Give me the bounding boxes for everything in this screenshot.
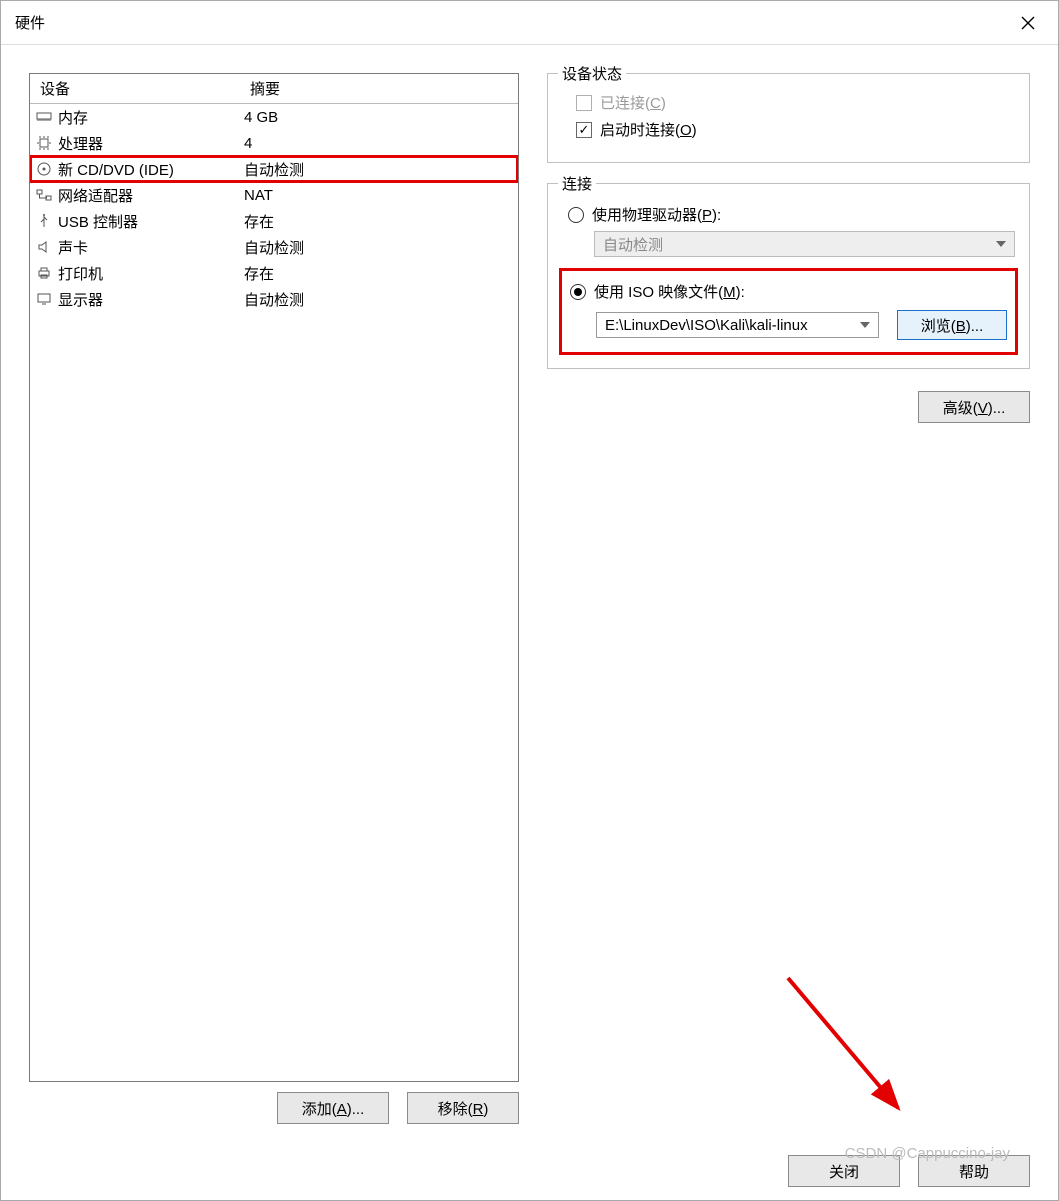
col-summary[interactable]: 摘要 xyxy=(240,74,290,103)
device-summary: 存在 xyxy=(244,263,512,284)
close-button[interactable]: 关闭 xyxy=(788,1155,900,1187)
memory-icon xyxy=(36,109,52,125)
iso-path-value: E:\LinuxDev\ISO\Kali\kali-linux xyxy=(605,317,808,334)
hardware-dialog: 硬件 设备 摘要 内存4 GB处理器4新 CD/DVD (IDE)自动检测网络适… xyxy=(0,0,1059,1201)
physical-drive-radio[interactable] xyxy=(568,207,584,223)
device-row-sound[interactable]: 声卡自动检测 xyxy=(30,234,518,260)
device-row-usb[interactable]: USB 控制器存在 xyxy=(30,208,518,234)
close-icon[interactable] xyxy=(1012,7,1044,39)
device-name: 显示器 xyxy=(58,289,244,310)
physical-drive-value: 自动检测 xyxy=(603,234,663,255)
dialog-title: 硬件 xyxy=(15,12,1012,33)
device-row-disc[interactable]: 新 CD/DVD (IDE)自动检测 xyxy=(30,156,518,182)
connection-group: 连接 使用物理驱动器(P): 自动检测 使用 ISO 映像文件(M): xyxy=(547,183,1030,369)
help-button[interactable]: 帮助 xyxy=(918,1155,1030,1187)
device-summary: 自动检测 xyxy=(244,159,512,180)
advanced-row: 高级(V)... xyxy=(547,391,1030,423)
device-row-memory[interactable]: 内存4 GB xyxy=(30,104,518,130)
network-icon xyxy=(36,187,52,203)
iso-path-row: E:\LinuxDev\ISO\Kali\kali-linux 浏览(B)... xyxy=(596,310,1007,340)
iso-highlight-box: 使用 ISO 映像文件(M): E:\LinuxDev\ISO\Kali\kal… xyxy=(559,268,1018,355)
device-status-legend: 设备状态 xyxy=(558,63,626,84)
device-name: 打印机 xyxy=(58,263,244,284)
advanced-button[interactable]: 高级(V)... xyxy=(918,391,1030,423)
settings-panel: 设备状态 已连接(C) 启动时连接(O) 连接 使用物理驱动器(P): xyxy=(547,73,1030,1124)
device-summary: 自动检测 xyxy=(244,289,512,310)
printer-icon xyxy=(36,265,52,281)
titlebar: 硬件 xyxy=(1,1,1058,45)
browse-button[interactable]: 浏览(B)... xyxy=(897,310,1007,340)
connect-poweron-label: 启动时连接(O) xyxy=(600,119,697,140)
display-icon xyxy=(36,291,52,307)
device-name: 内存 xyxy=(58,107,244,128)
connected-label: 已连接(C) xyxy=(600,92,666,113)
add-button[interactable]: 添加(A)... xyxy=(277,1092,389,1124)
iso-file-radio[interactable] xyxy=(570,284,586,300)
remove-button[interactable]: 移除(R) xyxy=(407,1092,519,1124)
device-name: 声卡 xyxy=(58,237,244,258)
device-name: USB 控制器 xyxy=(58,211,244,232)
col-device[interactable]: 设备 xyxy=(30,74,240,103)
connected-checkbox xyxy=(576,95,592,111)
connection-legend: 连接 xyxy=(558,173,596,194)
device-status-group: 设备状态 已连接(C) 启动时连接(O) xyxy=(547,73,1030,163)
device-panel: 设备 摘要 内存4 GB处理器4新 CD/DVD (IDE)自动检测网络适配器N… xyxy=(29,73,519,1124)
device-row-network[interactable]: 网络适配器NAT xyxy=(30,182,518,208)
device-summary: 4 xyxy=(244,135,512,152)
iso-file-label: 使用 ISO 映像文件(M): xyxy=(594,281,745,302)
device-row-printer[interactable]: 打印机存在 xyxy=(30,260,518,286)
device-name: 处理器 xyxy=(58,133,244,154)
remove-button-label: 移除(R) xyxy=(438,1098,489,1119)
physical-drive-row: 使用物理驱动器(P): xyxy=(568,204,1015,225)
cpu-icon xyxy=(36,135,52,151)
connected-row: 已连接(C) xyxy=(576,92,1015,113)
device-row-cpu[interactable]: 处理器4 xyxy=(30,130,518,156)
connect-poweron-checkbox[interactable] xyxy=(576,122,592,138)
sound-icon xyxy=(36,239,52,255)
iso-file-row: 使用 ISO 映像文件(M): xyxy=(570,281,1007,302)
add-button-label: 添加(A)... xyxy=(302,1098,365,1119)
device-table: 设备 摘要 内存4 GB处理器4新 CD/DVD (IDE)自动检测网络适配器N… xyxy=(29,73,519,1082)
device-row-display[interactable]: 显示器自动检测 xyxy=(30,286,518,312)
browse-button-label: 浏览(B)... xyxy=(921,315,984,336)
device-summary: 自动检测 xyxy=(244,237,512,258)
device-buttons: 添加(A)... 移除(R) xyxy=(29,1092,519,1124)
device-summary: 存在 xyxy=(244,211,512,232)
physical-drive-label: 使用物理驱动器(P): xyxy=(592,204,721,225)
device-table-header: 设备 摘要 xyxy=(30,74,518,104)
disc-icon xyxy=(36,161,52,177)
dialog-footer: 关闭 帮助 xyxy=(1,1142,1058,1200)
usb-icon xyxy=(36,213,52,229)
iso-path-combo[interactable]: E:\LinuxDev\ISO\Kali\kali-linux xyxy=(596,312,879,338)
device-summary: 4 GB xyxy=(244,109,512,126)
dialog-body: 设备 摘要 内存4 GB处理器4新 CD/DVD (IDE)自动检测网络适配器N… xyxy=(1,45,1058,1142)
device-name: 网络适配器 xyxy=(58,185,244,206)
connect-poweron-row: 启动时连接(O) xyxy=(576,119,1015,140)
advanced-button-label: 高级(V)... xyxy=(943,397,1006,418)
device-summary: NAT xyxy=(244,187,512,204)
physical-drive-combo: 自动检测 xyxy=(594,231,1015,257)
device-name: 新 CD/DVD (IDE) xyxy=(58,159,244,180)
